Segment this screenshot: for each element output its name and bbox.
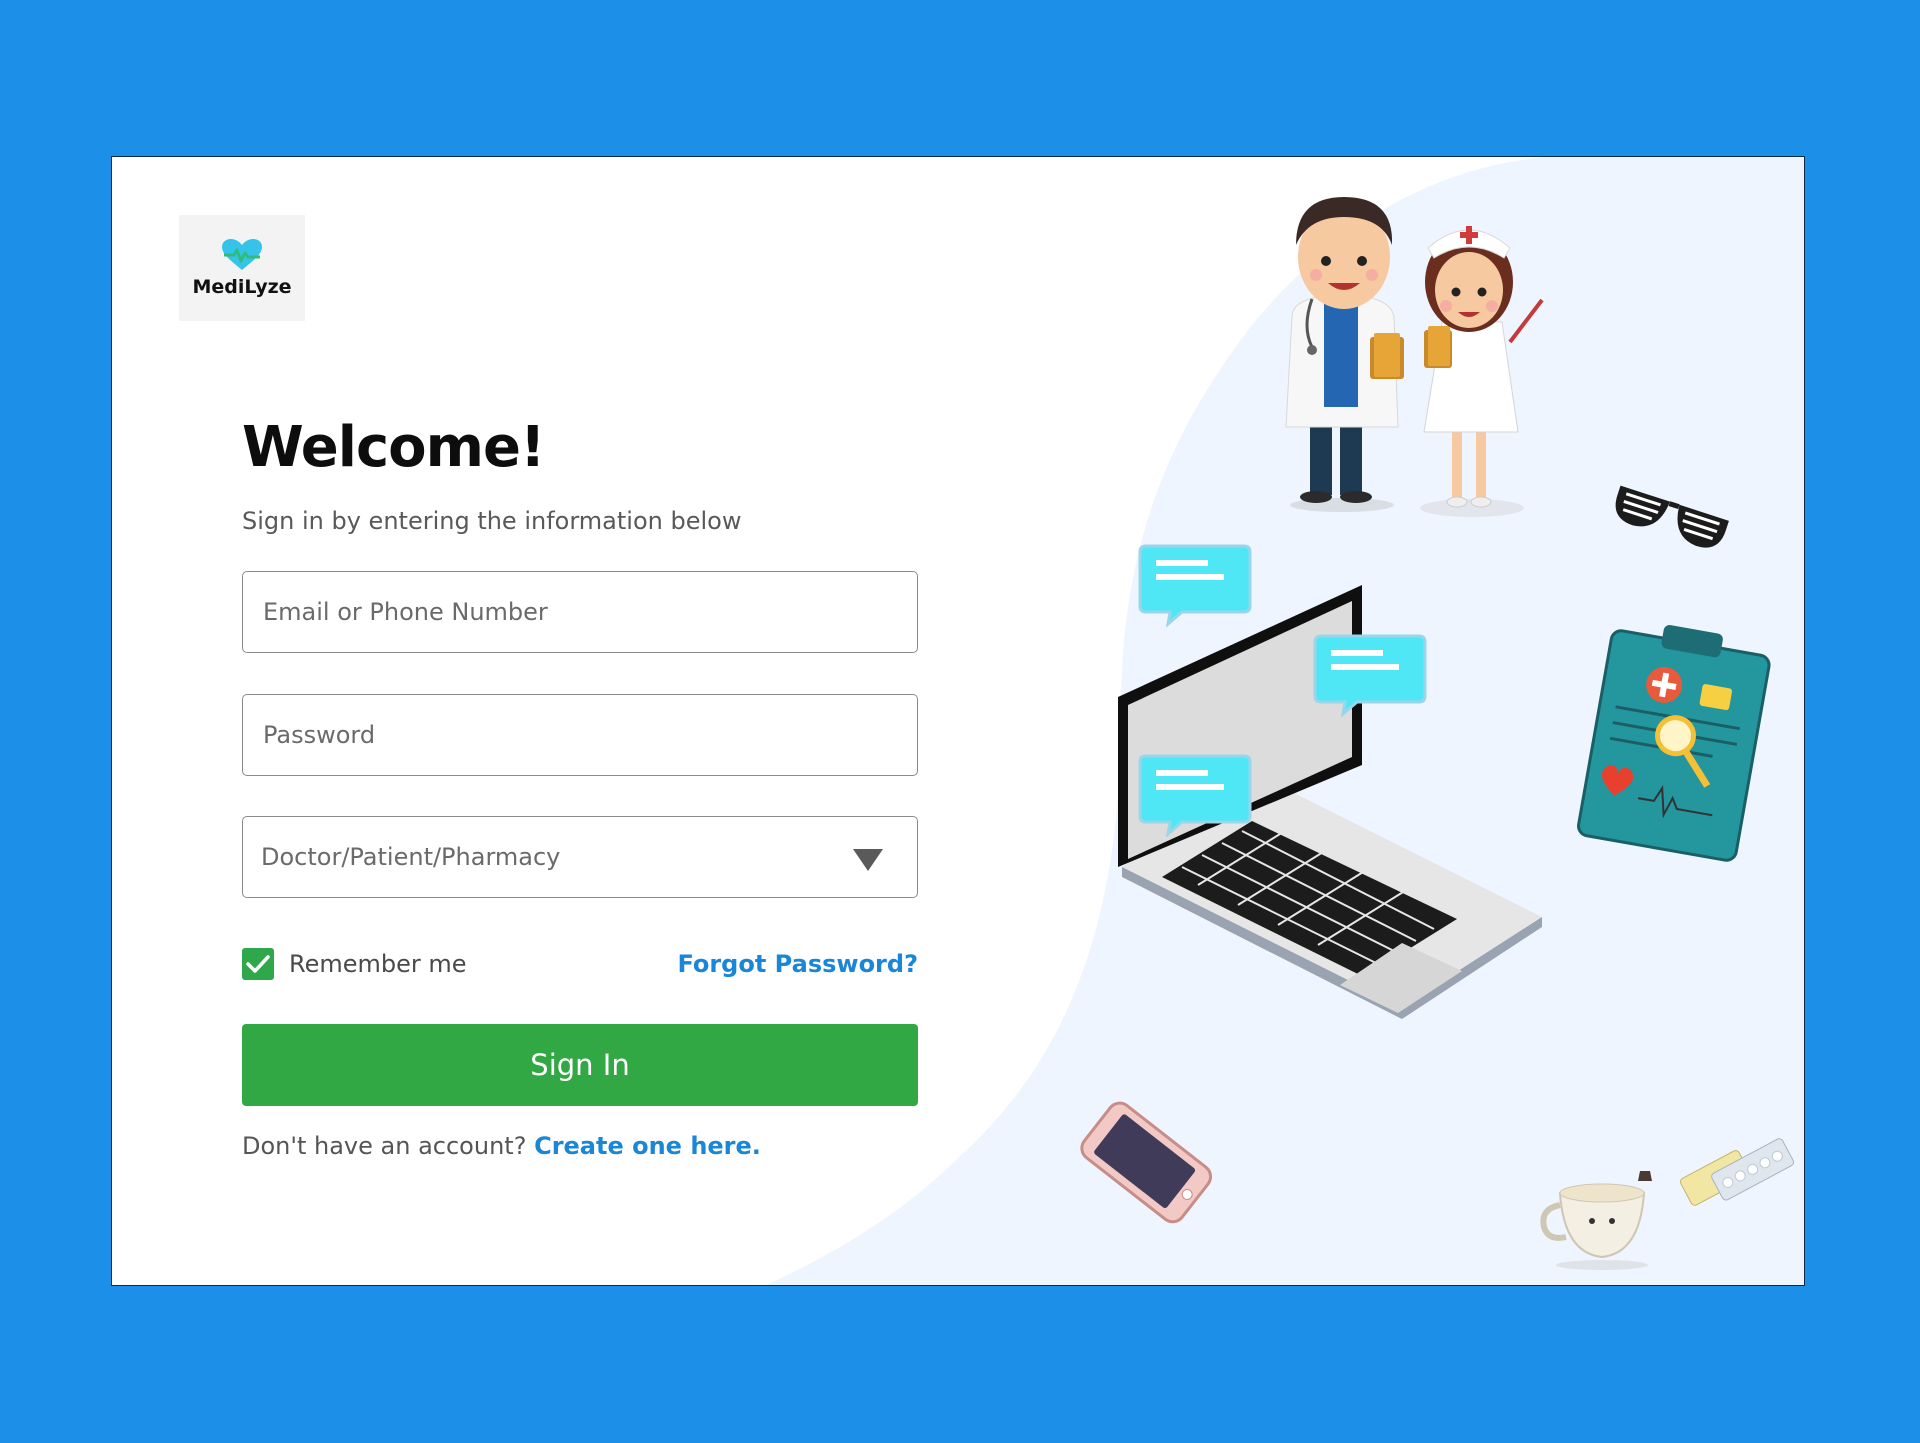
signup-line: Don't have an account? Create one here.	[242, 1132, 918, 1160]
chat-bubble-illustration-3	[1138, 754, 1252, 837]
dropdown-arrow-icon[interactable]	[853, 848, 883, 871]
clipboard-illustration	[1577, 625, 1771, 862]
brand-logo[interactable]: MediLyze	[179, 215, 305, 321]
role-select-value: Doctor/Patient/Pharmacy	[261, 842, 561, 871]
login-form: Welcome! Sign in by entering the informa…	[242, 417, 918, 1160]
chat-bubble-illustration-2	[1313, 634, 1427, 717]
login-card: MediLyze Welcome! Sign in by entering th…	[111, 156, 1805, 1286]
options-row: Remember me Forgot Password?	[242, 946, 918, 982]
brand-name: MediLyze	[192, 276, 292, 298]
remember-me[interactable]: Remember me	[242, 947, 467, 980]
signup-prompt: Don't have an account?	[242, 1131, 527, 1160]
password-input[interactable]	[261, 719, 917, 750]
sign-in-button[interactable]: Sign In	[242, 1023, 918, 1106]
pill-packs-illustration	[1679, 1138, 1795, 1206]
doctor-illustration	[1285, 197, 1404, 512]
create-account-link[interactable]: Create one here.	[534, 1132, 761, 1160]
nurse-illustration	[1420, 226, 1544, 517]
email-field[interactable]	[242, 570, 918, 653]
coffee-cup-illustration	[1540, 1171, 1652, 1270]
page-title: Welcome!	[242, 415, 546, 480]
remember-checkbox[interactable]	[242, 947, 274, 980]
remember-label: Remember me	[289, 949, 467, 978]
email-input[interactable]	[261, 596, 917, 627]
forgot-password-link[interactable]: Forgot Password?	[677, 950, 918, 978]
password-field[interactable]	[242, 693, 918, 776]
role-select[interactable]: Doctor/Patient/Pharmacy	[242, 815, 918, 898]
smartphone-illustration	[1080, 1101, 1213, 1224]
heart-pulse-icon	[222, 239, 262, 270]
page-subtitle: Sign in by entering the information belo…	[242, 506, 742, 535]
chat-bubble-illustration-1	[1138, 544, 1252, 627]
sunglasses-illustration	[1615, 485, 1729, 548]
checkmark-icon	[246, 954, 270, 973]
